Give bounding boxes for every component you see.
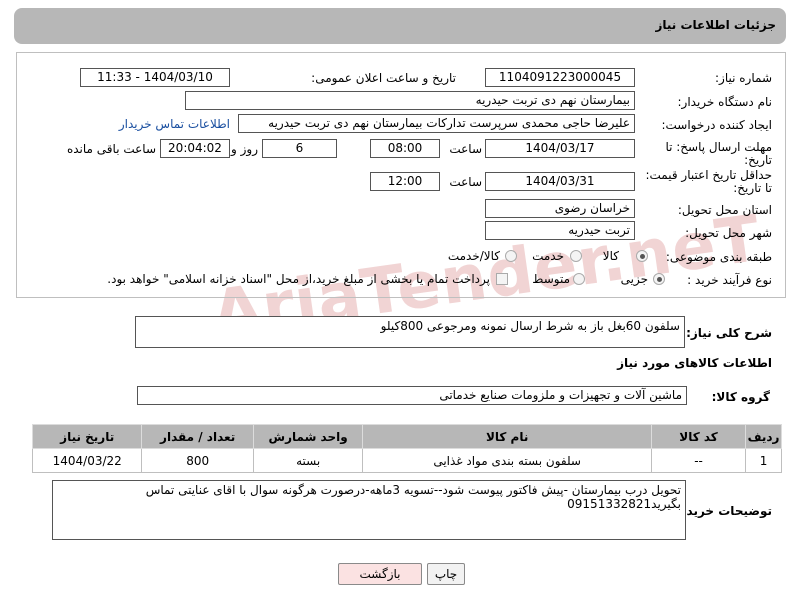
province-field: خراسان رضوی (485, 199, 635, 218)
table-row: 1 -- سلفون بسته بندی مواد غذایی بسته 800… (31, 448, 782, 473)
announce-field: 1404/03/10 - 11:33 (80, 68, 230, 87)
category-label: طبقه بندی موضوعی: (665, 250, 772, 264)
process-label: نوع فرآیند خرید : (687, 273, 772, 287)
price-time-field: 12:00 (370, 172, 440, 191)
cell-unit: بسته (252, 448, 364, 473)
back-button[interactable]: بازگشت (338, 563, 422, 585)
description-label: شرح کلی نیاز: (686, 326, 772, 340)
process-radio-minor[interactable] (653, 273, 665, 285)
deadline-label-2: تاریخ: (744, 153, 772, 167)
need-number-field: 1104091223000045 (485, 68, 635, 87)
goods-table: ردیف کد کالا نام کالا واحد شمارش تعداد /… (31, 424, 782, 473)
announce-label: تاریخ و ساعت اعلان عمومی: (311, 71, 456, 85)
col-name: نام کالا (362, 424, 653, 449)
category-radio-both[interactable] (505, 250, 517, 262)
category-goods-label: کالا (602, 249, 619, 263)
remaining-label: ساعت باقی مانده (66, 142, 156, 156)
process-radio-medium[interactable] (573, 273, 585, 285)
buyer-notes-textarea: تحویل درب بیمارستان -پیش فاکتور پیوست شو… (52, 480, 686, 540)
deadline-date-field: 1404/03/17 (485, 139, 635, 158)
province-label: استان محل تحویل: (677, 203, 772, 217)
table-header-row: ردیف کد کالا نام کالا واحد شمارش تعداد /… (31, 424, 782, 449)
days-field: 6 (262, 139, 337, 158)
goods-table-wrapper: ردیف کد کالا نام کالا واحد شمارش تعداد /… (31, 424, 782, 473)
requester-label: ایجاد کننده درخواست: (661, 118, 772, 132)
treasury-checkbox[interactable] (496, 273, 508, 285)
category-both-label: کالا/خدمت (447, 249, 500, 263)
cell-row: 1 (745, 448, 782, 473)
days-label: روز و (231, 142, 258, 156)
col-row: ردیف (745, 424, 782, 449)
print-button[interactable]: چاپ (427, 563, 465, 585)
col-qty: تعداد / مقدار (141, 424, 254, 449)
requester-field: علیرضا حاجی محمدی سرپرست تدارکات بیمارست… (238, 114, 635, 133)
description-textarea: سلفون 60بغل باز به شرط ارسال نمونه ومرجو… (135, 316, 685, 348)
city-field: تربت حیدریه (485, 221, 635, 240)
col-date: تاریخ نیاز (31, 424, 143, 449)
category-radio-goods[interactable] (636, 250, 648, 262)
price-time-label: ساعت (449, 175, 482, 189)
buyer-notes-line-1: تحویل درب بیمارستان -پیش فاکتور پیوست شو… (145, 483, 681, 497)
cell-qty: 800 (141, 448, 254, 473)
buyer-org-label: نام دستگاه خریدار: (677, 95, 773, 109)
col-unit: واحد شمارش (252, 424, 364, 449)
deadline-time-label: ساعت (449, 142, 482, 156)
deadline-label: مهلت ارسال پاسخ: تا (665, 140, 772, 154)
need-number-label: شماره نیاز: (715, 71, 772, 85)
price-validity-label: حداقل تاریخ اعتبار قیمت: (645, 168, 772, 182)
category-radio-service[interactable] (570, 250, 582, 262)
goods-group-label: گروه کالا: (711, 390, 770, 404)
price-validity-label-2: تا تاریخ: (733, 181, 772, 195)
goods-group-field: ماشین آلات و تجهیزات و ملزومات صنایع خدم… (137, 386, 687, 405)
header-bar: جزئیات اطلاعات نیاز (14, 8, 786, 44)
description-text: سلفون 60بغل باز به شرط ارسال نمونه ومرجو… (380, 319, 680, 333)
contact-buyer-link[interactable]: اطلاعات تماس خریدار (119, 117, 230, 131)
city-label: شهر محل تحویل: (685, 226, 772, 240)
payment-note: پرداخت تمام یا بخشی از مبلغ خرید،از محل … (107, 272, 490, 286)
price-date-field: 1404/03/31 (485, 172, 635, 191)
deadline-time-field: 08:00 (370, 139, 440, 158)
buyer-notes-line-2: بگیرید09151332821 (567, 497, 681, 511)
cell-date: 1404/03/22 (31, 448, 143, 473)
cell-name: سلفون بسته بندی مواد غذایی (362, 448, 653, 473)
category-service-label: خدمت (532, 249, 564, 263)
process-medium-label: متوسط (532, 272, 570, 286)
process-minor-label: جزیی (620, 272, 648, 286)
page-title: جزئیات اطلاعات نیاز (655, 18, 776, 32)
col-code: کد کالا (651, 424, 747, 449)
buyer-org-field: بیمارستان نهم دی تربت حیدریه (185, 91, 635, 110)
cell-code: -- (651, 448, 747, 473)
remaining-time-field: 20:04:02 (160, 139, 230, 158)
goods-section-title: اطلاعات کالاهای مورد نیاز (617, 356, 772, 370)
